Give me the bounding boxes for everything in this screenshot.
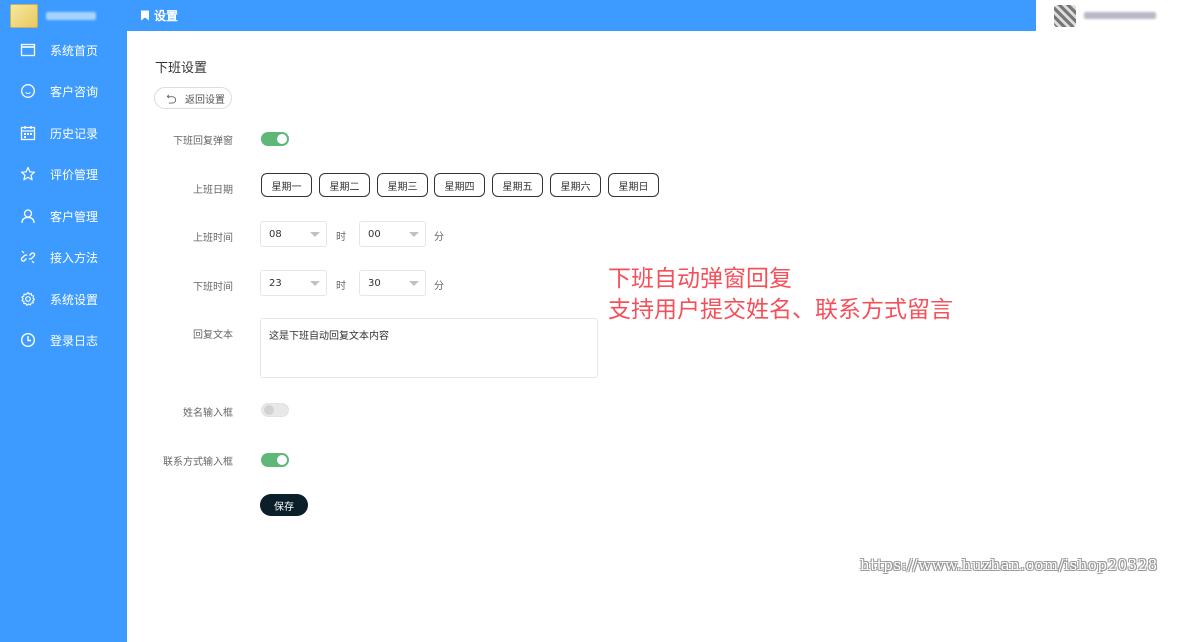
user-name-blurred [1084, 12, 1156, 19]
day-saturday[interactable]: 星期六 [550, 173, 601, 197]
logo [10, 3, 38, 28]
back-button-label: 返回设置 [185, 94, 225, 106]
gear-icon [20, 291, 36, 307]
workdays-label: 上班日期 [193, 185, 233, 196]
sidebar-item-label: 系统首页 [50, 43, 99, 58]
sidebar-item-history[interactable]: 历史记录 [0, 118, 127, 148]
start-minute-select[interactable]: 00 [359, 221, 426, 247]
end-minute-value: 30 [368, 277, 381, 289]
day-friday[interactable]: 星期五 [492, 173, 543, 197]
sidebar-item-consult[interactable]: 客户咨询 [0, 76, 127, 106]
star-icon [20, 166, 36, 182]
chevron-down-icon [310, 281, 320, 286]
sidebar-item-label: 接入方法 [50, 250, 99, 265]
chat-icon [20, 83, 36, 99]
back-to-settings-button[interactable]: 返回设置 [154, 87, 232, 109]
window-icon [20, 42, 36, 58]
header-title: 设置 [140, 0, 178, 31]
day-thursday[interactable]: 星期四 [434, 173, 485, 197]
reply-text-label: 回复文本 [193, 330, 233, 341]
sidebar-item-label: 历史记录 [50, 126, 99, 141]
logo-area[interactable] [0, 0, 127, 31]
name-input-toggle[interactable] [261, 403, 289, 417]
annotation-line-1: 下班自动弹窗回复 [608, 266, 792, 292]
link-icon [20, 249, 36, 265]
sidebar-item-label: 客户管理 [50, 209, 99, 224]
chevron-down-icon [310, 232, 320, 237]
end-time-label: 下班时间 [193, 282, 233, 293]
day-wednesday[interactable]: 星期三 [377, 173, 428, 197]
end-minute-select[interactable]: 30 [359, 270, 426, 296]
bookmark-icon [141, 10, 149, 21]
hour-unit: 时 [336, 281, 346, 292]
start-minute-value: 00 [368, 228, 381, 240]
chevron-down-icon [409, 232, 419, 237]
sidebar-item-customers[interactable]: 客户管理 [0, 201, 127, 231]
user-menu[interactable] [1036, 0, 1200, 31]
avatar[interactable] [1054, 4, 1076, 27]
sidebar: 系统首页 客户咨询 历史记录 评价管理 客户管理 接入方法 系统设置 登录日志 [0, 0, 127, 642]
reply-text-input[interactable]: 这是下班自动回复文本内容 [260, 318, 598, 378]
undo-icon [166, 94, 177, 104]
sidebar-item-label: 系统设置 [50, 292, 99, 307]
day-sunday[interactable]: 星期日 [608, 173, 659, 197]
save-button[interactable]: 保存 [260, 494, 308, 516]
user-icon [20, 208, 36, 224]
minute-unit: 分 [434, 281, 444, 292]
sidebar-item-home[interactable]: 系统首页 [0, 35, 127, 65]
sidebar-item-label: 评价管理 [50, 167, 99, 182]
toggle-knob [277, 134, 287, 144]
minute-unit: 分 [434, 232, 444, 243]
page-title: 下班设置 [155, 61, 208, 76]
toggle-knob [264, 405, 274, 415]
top-header: 设置 [127, 0, 1200, 31]
popup-toggle[interactable] [261, 132, 289, 146]
contact-input-toggle-label: 联系方式输入框 [163, 457, 233, 468]
hour-unit: 时 [336, 232, 346, 243]
sidebar-item-integration[interactable]: 接入方法 [0, 242, 127, 272]
calendar-icon [20, 125, 36, 141]
sidebar-item-reviews[interactable]: 评价管理 [0, 159, 127, 189]
header-title-text: 设置 [154, 9, 179, 23]
sidebar-item-label: 客户咨询 [50, 84, 99, 99]
annotation-line-2: 支持用户提交姓名、联系方式留言 [608, 297, 953, 323]
sidebar-item-label: 登录日志 [50, 333, 99, 348]
chevron-down-icon [409, 281, 419, 286]
sidebar-item-login-log[interactable]: 登录日志 [0, 325, 127, 355]
popup-toggle-label: 下班回复弹窗 [173, 136, 233, 147]
logo-text-blurred [46, 11, 96, 20]
clock-icon [20, 332, 36, 348]
end-hour-select[interactable]: 23 [260, 270, 327, 296]
contact-input-toggle[interactable] [261, 453, 289, 467]
start-hour-select[interactable]: 08 [260, 221, 327, 247]
toggle-knob [277, 455, 287, 465]
start-hour-value: 08 [269, 228, 282, 240]
start-time-label: 上班时间 [193, 233, 233, 244]
watermark: https://www.huzhan.com/ishop20328 [860, 556, 1158, 574]
day-tuesday[interactable]: 星期二 [319, 173, 370, 197]
end-hour-value: 23 [269, 277, 282, 289]
sidebar-item-settings[interactable]: 系统设置 [0, 284, 127, 314]
name-input-toggle-label: 姓名输入框 [183, 408, 233, 419]
day-monday[interactable]: 星期一 [261, 173, 312, 197]
